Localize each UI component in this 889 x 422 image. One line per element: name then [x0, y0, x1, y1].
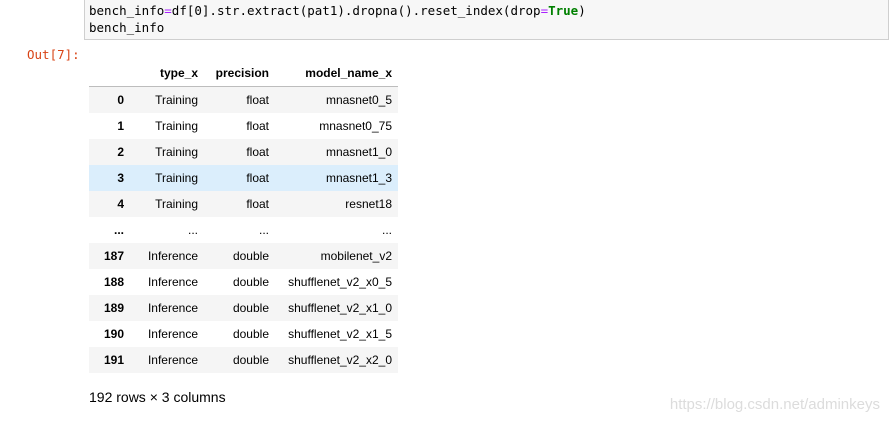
dataframe-shape-text: 192 rows × 3 columns [89, 389, 226, 405]
cell-precision: float [246, 119, 269, 133]
row-index: 2 [117, 145, 124, 159]
dataframe-table: type_x precision model_name_x 0 Training… [89, 60, 398, 373]
code-token: bench_info [89, 3, 165, 18]
cell-model-name-x: mnasnet1_3 [325, 171, 392, 185]
table-row: 190 Inference double shufflenet_v2_x1_5 [89, 321, 398, 347]
table-row: 191 Inference double shufflenet_v2_x2_0 [89, 347, 398, 373]
cell-type-x: ... [187, 223, 198, 237]
header-precision: precision [204, 60, 275, 87]
watermark: https://blog.csdn.net/adminkeys [669, 396, 880, 413]
cell-model-name-x: mobilenet_v2 [320, 249, 392, 263]
cell-model-name-x: shufflenet_v2_x0_5 [288, 275, 392, 289]
header-type-x: type_x [130, 60, 204, 87]
row-index: 190 [103, 327, 124, 341]
row-index: 188 [103, 275, 124, 289]
cell-type-x: Inference [147, 301, 198, 315]
cell-type-x: Training [155, 93, 198, 107]
table-header-row: type_x precision model_name_x [89, 60, 398, 87]
table-row-hovered: 3 Training float mnasnet1_3 [89, 165, 398, 191]
cell-precision: float [246, 171, 269, 185]
cell-type-x: Training [155, 145, 198, 159]
table-row: 188 Inference double shufflenet_v2_x0_5 [89, 269, 398, 295]
code-line-2: bench_info [89, 20, 165, 35]
row-index: 1 [117, 119, 124, 133]
cell-precision: double [232, 327, 269, 341]
cell-type-x: Inference [147, 353, 198, 367]
cell-precision: float [246, 93, 269, 107]
header-index [89, 60, 130, 87]
code-input-cell[interactable]: bench_info=df[0].str.extract(pat1).dropn… [84, 0, 889, 40]
cell-model-name-x: shufflenet_v2_x1_0 [288, 301, 392, 315]
header-model-name-x: model_name_x [275, 60, 398, 87]
cell-model-name-x: mnasnet0_5 [325, 93, 392, 107]
row-index: 0 [117, 93, 124, 107]
code-token: ) [578, 3, 586, 18]
row-index: 4 [117, 197, 124, 211]
cell-type-x: Inference [147, 275, 198, 289]
row-index: 187 [103, 249, 124, 263]
cell-precision: double [232, 353, 269, 367]
cell-model-name-x: mnasnet0_75 [319, 119, 392, 133]
cell-type-x: Training [155, 197, 198, 211]
cell-precision: ... [258, 223, 269, 237]
table-row: 187 Inference double mobilenet_v2 [89, 243, 398, 269]
code-token: df[0].str.extract(pat1).dropna().reset_i… [171, 3, 541, 18]
row-index: ... [113, 223, 124, 237]
cell-model-name-x: shufflenet_v2_x2_0 [288, 353, 392, 367]
row-index: 191 [103, 353, 124, 367]
cell-type-x: Training [155, 119, 198, 133]
table-row-ellipsis: ... ... ... ... [89, 217, 398, 243]
cell-model-name-x: mnasnet1_0 [325, 145, 392, 159]
cell-type-x: Training [155, 171, 198, 185]
table-row: 4 Training float resnet18 [89, 191, 398, 217]
cell-precision: float [246, 145, 269, 159]
cell-precision: double [232, 249, 269, 263]
cell-model-name-x: ... [381, 223, 392, 237]
cell-model-name-x: shufflenet_v2_x1_5 [288, 327, 392, 341]
table-row: 1 Training float mnasnet0_75 [89, 113, 398, 139]
cell-precision: double [232, 301, 269, 315]
row-index: 189 [103, 301, 124, 315]
code-operator: = [164, 3, 172, 18]
cell-type-x: Inference [147, 249, 198, 263]
cell-precision: double [232, 275, 269, 289]
cell-precision: float [246, 197, 269, 211]
code-operator: = [540, 3, 549, 18]
code-keyword: True [548, 3, 579, 18]
row-index: 3 [117, 171, 124, 185]
cell-type-x: Inference [147, 327, 198, 341]
output-prompt: Out[7]: [27, 47, 80, 62]
table-row: 189 Inference double shufflenet_v2_x1_0 [89, 295, 398, 321]
table-row: 0 Training float mnasnet0_5 [89, 86, 398, 113]
code-text[interactable]: bench_info=df[0].str.extract(pat1).dropn… [89, 2, 586, 36]
cell-model-name-x: resnet18 [345, 197, 392, 211]
table-row: 2 Training float mnasnet1_0 [89, 139, 398, 165]
